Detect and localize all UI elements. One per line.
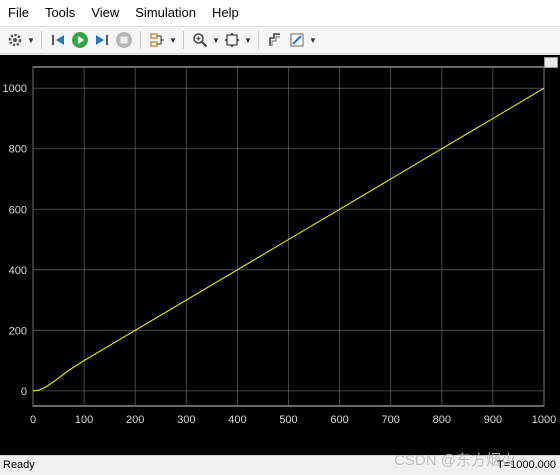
step-forward-icon[interactable] [91,29,113,51]
x-tick-label: 800 [433,414,451,426]
x-tick-label: 600 [330,414,348,426]
menu-file[interactable]: File [0,0,37,26]
cursor-measure-icon[interactable] [264,29,286,51]
x-tick-label: 1000 [532,414,556,426]
style-icon[interactable] [286,29,308,51]
step-back-icon[interactable] [47,29,69,51]
x-tick-labels: 0 100 200 300 400 500 600 700 800 900 1000 [30,414,556,426]
chevron-down-icon[interactable]: ▼ [168,29,178,51]
toolbar: ▼ ▼ ▼ ▼ ▼ [0,27,560,54]
simulation-time: T=1000.000 [496,459,556,471]
run-icon[interactable] [69,29,91,51]
status-text: Ready [3,459,35,471]
signal-select-icon[interactable] [146,29,168,51]
undock-icon[interactable] [544,57,558,68]
y-tick-label: 200 [9,325,27,337]
gear-icon[interactable] [4,29,26,51]
chevron-down-icon[interactable]: ▼ [308,29,318,51]
menu-help[interactable]: Help [204,0,247,26]
x-tick-label: 0 [30,414,36,426]
menu-view[interactable]: View [83,0,127,26]
fit-icon[interactable] [221,29,243,51]
y-tick-label: 0 [21,386,27,398]
status-bar: Ready CSDN @东方烟火 T=1000.000 [0,452,560,475]
toolbar-separator [258,31,259,49]
x-tick-label: 500 [279,414,297,426]
menu-tools[interactable]: Tools [37,0,83,26]
chevron-down-icon[interactable]: ▼ [211,29,221,51]
stop-icon[interactable] [113,29,135,51]
y-tick-label: 600 [9,204,27,216]
chevron-down-icon[interactable]: ▼ [243,29,253,51]
x-tick-label: 100 [75,414,93,426]
scope-plot: 0 100 200 300 400 500 600 700 800 900 1000 0 200 400… [3,66,556,426]
y-tick-label: 400 [9,265,27,277]
menu-bar: File Tools View Simulation Help [0,0,560,27]
scope-display: 0 100 200 300 400 500 600 700 800 900 1000 0 200 400… [0,55,560,455]
toolbar-separator [140,31,141,49]
x-tick-label: 700 [382,414,400,426]
y-tick-label: 800 [9,144,27,156]
toolbar-separator [41,31,42,49]
y-tick-labels: 0 200 400 600 800 1000 [3,83,27,398]
x-tick-label: 200 [126,414,144,426]
x-tick-label: 900 [484,414,502,426]
menu-simulation[interactable]: Simulation [127,0,204,26]
y-tick-label: 1000 [3,83,27,95]
x-tick-label: 400 [228,414,246,426]
chevron-down-icon[interactable]: ▼ [26,29,36,51]
toolbar-separator [183,31,184,49]
zoom-icon[interactable] [189,29,211,51]
x-tick-label: 300 [177,414,195,426]
